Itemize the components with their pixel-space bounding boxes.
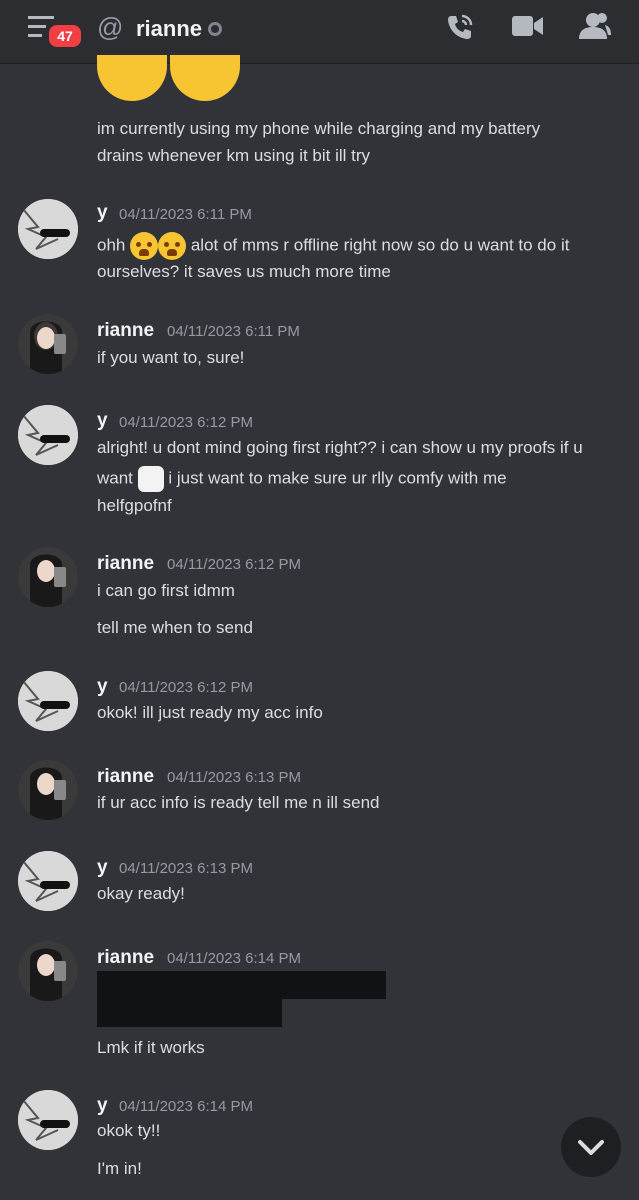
message-text: if ur acc info is ready tell me n ill se… xyxy=(97,793,380,812)
cat-emoji-icon xyxy=(137,466,164,492)
message-text-part: i just want to make sure ur rlly comfy w… xyxy=(168,468,507,488)
message-author[interactable]: y xyxy=(97,857,108,879)
message-author[interactable]: rianne xyxy=(97,553,154,575)
call-icon[interactable] xyxy=(445,12,475,47)
message-author[interactable]: y xyxy=(97,202,108,224)
scroll-to-bottom-button[interactable] xyxy=(561,1117,621,1177)
message-text: Lmk if it works xyxy=(97,1038,205,1057)
message-text: okay ready! xyxy=(97,884,185,903)
chevron-down-icon xyxy=(578,1140,604,1155)
message-text-part: want xyxy=(97,468,133,488)
message-timestamp: 04/11/2023 6:11 PM xyxy=(167,323,300,340)
avatar[interactable] xyxy=(18,851,78,911)
avatar[interactable] xyxy=(18,199,78,259)
at-icon: @ xyxy=(97,12,124,42)
avatar[interactable] xyxy=(18,941,78,1001)
channel-title: rianne xyxy=(136,16,203,41)
message-text: okok! ill just ready my acc info xyxy=(97,703,323,722)
message-author[interactable]: y xyxy=(97,676,108,698)
message-text: I'm in! xyxy=(97,1159,142,1178)
avatar[interactable] xyxy=(18,314,78,374)
message-author[interactable]: rianne xyxy=(97,947,154,969)
message-timestamp: 04/11/2023 6:12 PM xyxy=(119,414,253,431)
message-timestamp: 04/11/2023 6:14 PM xyxy=(167,950,301,967)
avatar[interactable] xyxy=(18,547,78,607)
message-text: drains whenever km using it bit ill try xyxy=(97,146,371,165)
crying-emoji-icon xyxy=(170,55,240,101)
message-text-part: ohh xyxy=(97,235,126,255)
message-timestamp: 04/11/2023 6:12 PM xyxy=(119,679,253,696)
message-timestamp: 04/11/2023 6:13 PM xyxy=(167,769,301,786)
message-text: i can go first idmm xyxy=(97,581,235,600)
message-text: if you want to, sure! xyxy=(97,348,245,367)
message-text: tell me when to send xyxy=(97,618,253,637)
message-timestamp: 04/11/2023 6:11 PM xyxy=(119,206,252,223)
offline-status-icon xyxy=(208,22,222,36)
message-text: ourselves? it saves us much more time xyxy=(97,262,391,281)
crying-emoji-icon xyxy=(158,232,187,260)
message-timestamp: 04/11/2023 6:12 PM xyxy=(167,556,301,573)
redacted-block xyxy=(97,971,386,999)
avatar[interactable] xyxy=(18,405,78,465)
members-icon[interactable] xyxy=(578,12,612,45)
message-text: okok ty!! xyxy=(97,1121,161,1140)
avatar[interactable] xyxy=(18,671,78,731)
message-text: want i just want to make sure ur rlly co… xyxy=(97,466,507,492)
avatar[interactable] xyxy=(18,1090,78,1150)
message-text: helfgpofnf xyxy=(97,496,172,515)
crying-emoji-icon xyxy=(130,232,159,260)
message-text-part: alot of mms r offline right now so do u … xyxy=(190,235,570,255)
message-timestamp: 04/11/2023 6:14 PM xyxy=(119,1098,253,1115)
top-bar: 47 @ rianne xyxy=(0,0,639,64)
message-timestamp: 04/11/2023 6:13 PM xyxy=(119,860,253,877)
message-author[interactable]: rianne xyxy=(97,766,154,788)
message-text: im currently using my phone while chargi… xyxy=(97,119,541,138)
redacted-block xyxy=(97,999,282,1027)
crying-emoji-icon xyxy=(97,55,167,101)
message-text: ohh alot of mms r offline right now so d… xyxy=(97,232,569,260)
notification-badge: 47 xyxy=(46,22,84,50)
video-icon[interactable] xyxy=(512,14,544,43)
message-author[interactable]: y xyxy=(97,1095,108,1117)
message-author[interactable]: rianne xyxy=(97,320,154,342)
message-author[interactable]: y xyxy=(97,410,108,432)
avatar[interactable] xyxy=(18,760,78,820)
message-text: alright! u dont mind going first right??… xyxy=(97,438,583,457)
